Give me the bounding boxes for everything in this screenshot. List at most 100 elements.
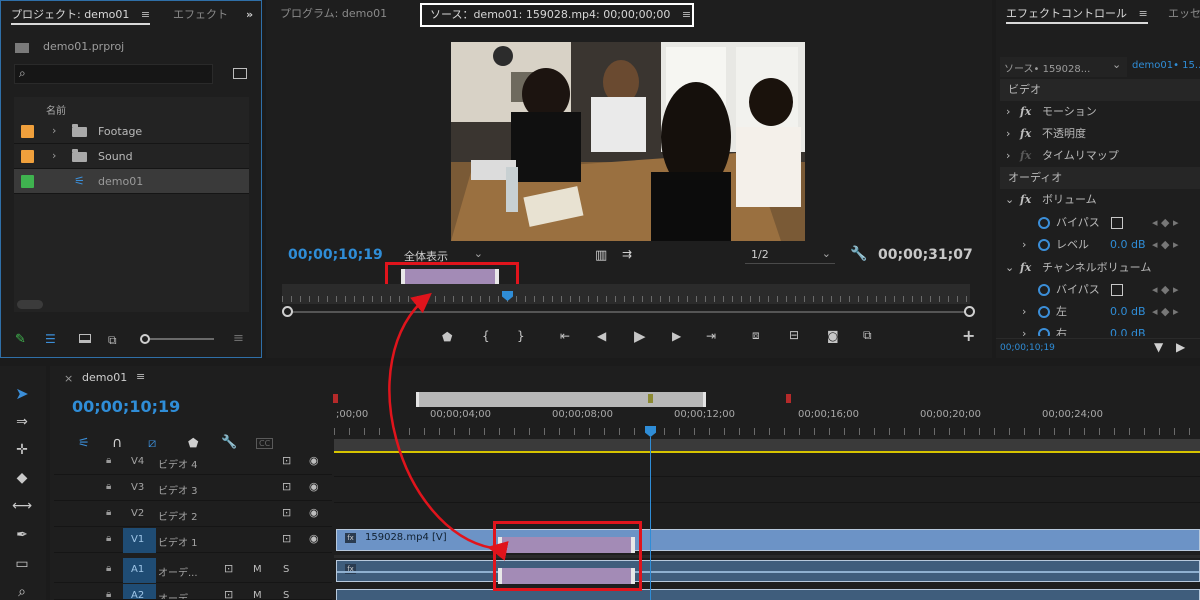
- list-view-icon[interactable]: ☰: [45, 332, 56, 346]
- effect-motion[interactable]: › fx モーション: [1000, 101, 1200, 123]
- panel-menu-icon[interactable]: ≡: [682, 5, 691, 25]
- eye-icon[interactable]: ◉: [309, 454, 319, 467]
- close-icon[interactable]: ×: [64, 372, 73, 385]
- keyframe-nav-icon[interactable]: ◂ ◆ ▸: [1152, 301, 1179, 323]
- camera-icon[interactable]: ◙: [827, 329, 839, 343]
- lock-icon[interactable]: 🔒︎: [106, 589, 111, 599]
- track-id[interactable]: A1: [131, 564, 144, 575]
- filter-icon[interactable]: ▼: [1154, 340, 1163, 354]
- icon-view-icon[interactable]: [79, 334, 91, 343]
- lock-icon[interactable]: 🔒︎: [106, 455, 111, 466]
- sync-lock-icon[interactable]: ⊡: [282, 532, 291, 545]
- list-item-sequence[interactable]: ⚟ demo01: [14, 169, 249, 194]
- safe-margins-icon[interactable]: ▥: [595, 248, 607, 263]
- sync-lock-icon[interactable]: ⊡: [282, 506, 291, 519]
- fx-icon[interactable]: fx: [1020, 189, 1031, 211]
- sort-icon[interactable]: ≡: [233, 331, 244, 346]
- stopwatch-icon[interactable]: [1038, 217, 1050, 229]
- scrollbar[interactable]: [17, 300, 43, 309]
- insert-icon[interactable]: ⧈: [752, 328, 760, 343]
- right-value[interactable]: 0.0 dB: [1110, 323, 1146, 336]
- column-header-name[interactable]: 名前: [46, 102, 66, 117]
- panel-menu-icon[interactable]: ≡: [136, 370, 145, 383]
- lock-icon[interactable]: 🔒︎: [106, 533, 111, 544]
- track-id[interactable]: A2: [131, 590, 144, 599]
- pencil-icon[interactable]: ✎: [15, 332, 26, 347]
- level-value[interactable]: 0.0 dB: [1110, 234, 1146, 256]
- chevron-down-icon[interactable]: ⌄: [1005, 189, 1014, 211]
- zoom-handle-left[interactable]: [282, 306, 293, 317]
- mute-button[interactable]: M: [253, 564, 262, 575]
- track-id[interactable]: V2: [131, 508, 144, 519]
- tab-project[interactable]: プロジェクト: demo01 ≡: [11, 1, 151, 29]
- eye-icon[interactable]: ◉: [309, 532, 319, 545]
- resolution-select[interactable]: 1/2 ⌄: [745, 246, 835, 264]
- sync-lock-icon[interactable]: ⊡: [282, 454, 291, 467]
- chevron-right-icon[interactable]: ›: [1022, 301, 1026, 323]
- search-input[interactable]: ⌕: [14, 64, 213, 84]
- timeline-timecode[interactable]: 00;00;10;19: [72, 397, 180, 416]
- eye-icon[interactable]: ◉: [309, 506, 319, 519]
- list-item-footage[interactable]: › Footage: [14, 119, 249, 144]
- ripple-edit-tool-icon[interactable]: ✛: [10, 439, 34, 461]
- go-to-out-icon[interactable]: ⇥: [706, 329, 716, 343]
- keyframe-nav-icon[interactable]: ◂ ◆ ▸: [1152, 212, 1179, 234]
- step-back-icon[interactable]: ◀: [597, 329, 606, 343]
- track-id[interactable]: V4: [131, 456, 144, 467]
- freeform-view-icon[interactable]: ⧉: [108, 333, 117, 348]
- chevron-right-icon[interactable]: ›: [1022, 234, 1026, 256]
- effect-volume[interactable]: ⌄ fx ボリューム: [1000, 189, 1200, 211]
- effect-channel-volume[interactable]: ⌄ fx チャンネルボリューム: [1000, 257, 1200, 279]
- keyframe-nav-icon[interactable]: ◂ ◆ ▸: [1152, 234, 1179, 256]
- keyframe-nav-icon[interactable]: ◂ ◆ ▸: [1152, 279, 1179, 301]
- voiceover-icon[interactable]: ⊡: [224, 562, 233, 575]
- tab-program[interactable]: プログラム: demo01: [280, 0, 387, 28]
- wrench-icon[interactable]: 🔧: [850, 246, 867, 262]
- tab-effects[interactable]: エフェクト: [173, 1, 228, 29]
- zoom-tool-icon[interactable]: ⌕: [10, 581, 34, 600]
- lock-icon[interactable]: 🔒︎: [106, 507, 111, 518]
- razor-tool-icon[interactable]: ◆: [10, 467, 34, 489]
- eye-icon[interactable]: ◉: [309, 480, 319, 493]
- slip-tool-icon[interactable]: ⟷: [10, 495, 34, 517]
- play-audio-icon[interactable]: ▶: [1176, 340, 1185, 354]
- chevron-right-icon[interactable]: ›: [1022, 323, 1026, 336]
- zoom-slider[interactable]: [140, 334, 214, 344]
- stopwatch-icon[interactable]: [1038, 306, 1050, 318]
- overwrite-icon[interactable]: ⊟: [789, 328, 799, 342]
- voiceover-icon[interactable]: ⊡: [224, 588, 233, 599]
- stopwatch-icon[interactable]: [1038, 284, 1050, 296]
- tab-effect-controls[interactable]: エフェクトコントロール ≡: [1006, 0, 1148, 28]
- program-timecode-current[interactable]: 00;00;10;19: [288, 247, 383, 263]
- panel-overflow-button[interactable]: »: [246, 1, 253, 29]
- audio-clip-a2[interactable]: [336, 589, 1200, 600]
- wrench-icon[interactable]: 🔧: [221, 435, 237, 450]
- sync-lock-icon[interactable]: ⊡: [282, 480, 291, 493]
- zoom-handle-right[interactable]: [964, 306, 975, 317]
- snap-icon[interactable]: ∩: [112, 435, 122, 451]
- ec-footer-timecode[interactable]: 00;00;10;19: [1000, 343, 1055, 353]
- nest-icon[interactable]: ⚟: [78, 436, 90, 451]
- linked-selection-icon[interactable]: ⧄: [148, 436, 156, 451]
- chevron-right-icon[interactable]: ›: [52, 149, 56, 162]
- chevron-right-icon[interactable]: ›: [1006, 123, 1010, 145]
- step-forward-icon[interactable]: ▶: [672, 329, 681, 343]
- button-editor-icon[interactable]: ⧉: [863, 328, 872, 343]
- marker-red-icon[interactable]: [333, 394, 338, 403]
- lock-icon[interactable]: 🔒︎: [106, 563, 111, 574]
- mute-button[interactable]: M: [253, 590, 262, 599]
- solo-button[interactable]: S: [283, 590, 289, 599]
- track-select-tool-icon[interactable]: ⇒: [10, 411, 34, 433]
- sequence-clip-link[interactable]: demo01• 15...: [1132, 60, 1200, 71]
- rectangle-tool-icon[interactable]: ▭: [10, 553, 34, 575]
- solo-button[interactable]: S: [283, 564, 289, 575]
- stopwatch-icon[interactable]: [1038, 328, 1050, 336]
- track-id[interactable]: V1: [131, 534, 144, 545]
- add-button-icon[interactable]: +: [962, 326, 975, 345]
- effect-opacity[interactable]: › fx 不透明度: [1000, 123, 1200, 145]
- fx-icon[interactable]: fx: [1020, 123, 1031, 145]
- play-button[interactable]: ▶: [634, 327, 646, 345]
- source-clip-select[interactable]: ソース• 159028... ⌄: [1000, 57, 1127, 77]
- list-item-sound[interactable]: › Sound: [14, 144, 249, 169]
- track-id[interactable]: V3: [131, 482, 144, 493]
